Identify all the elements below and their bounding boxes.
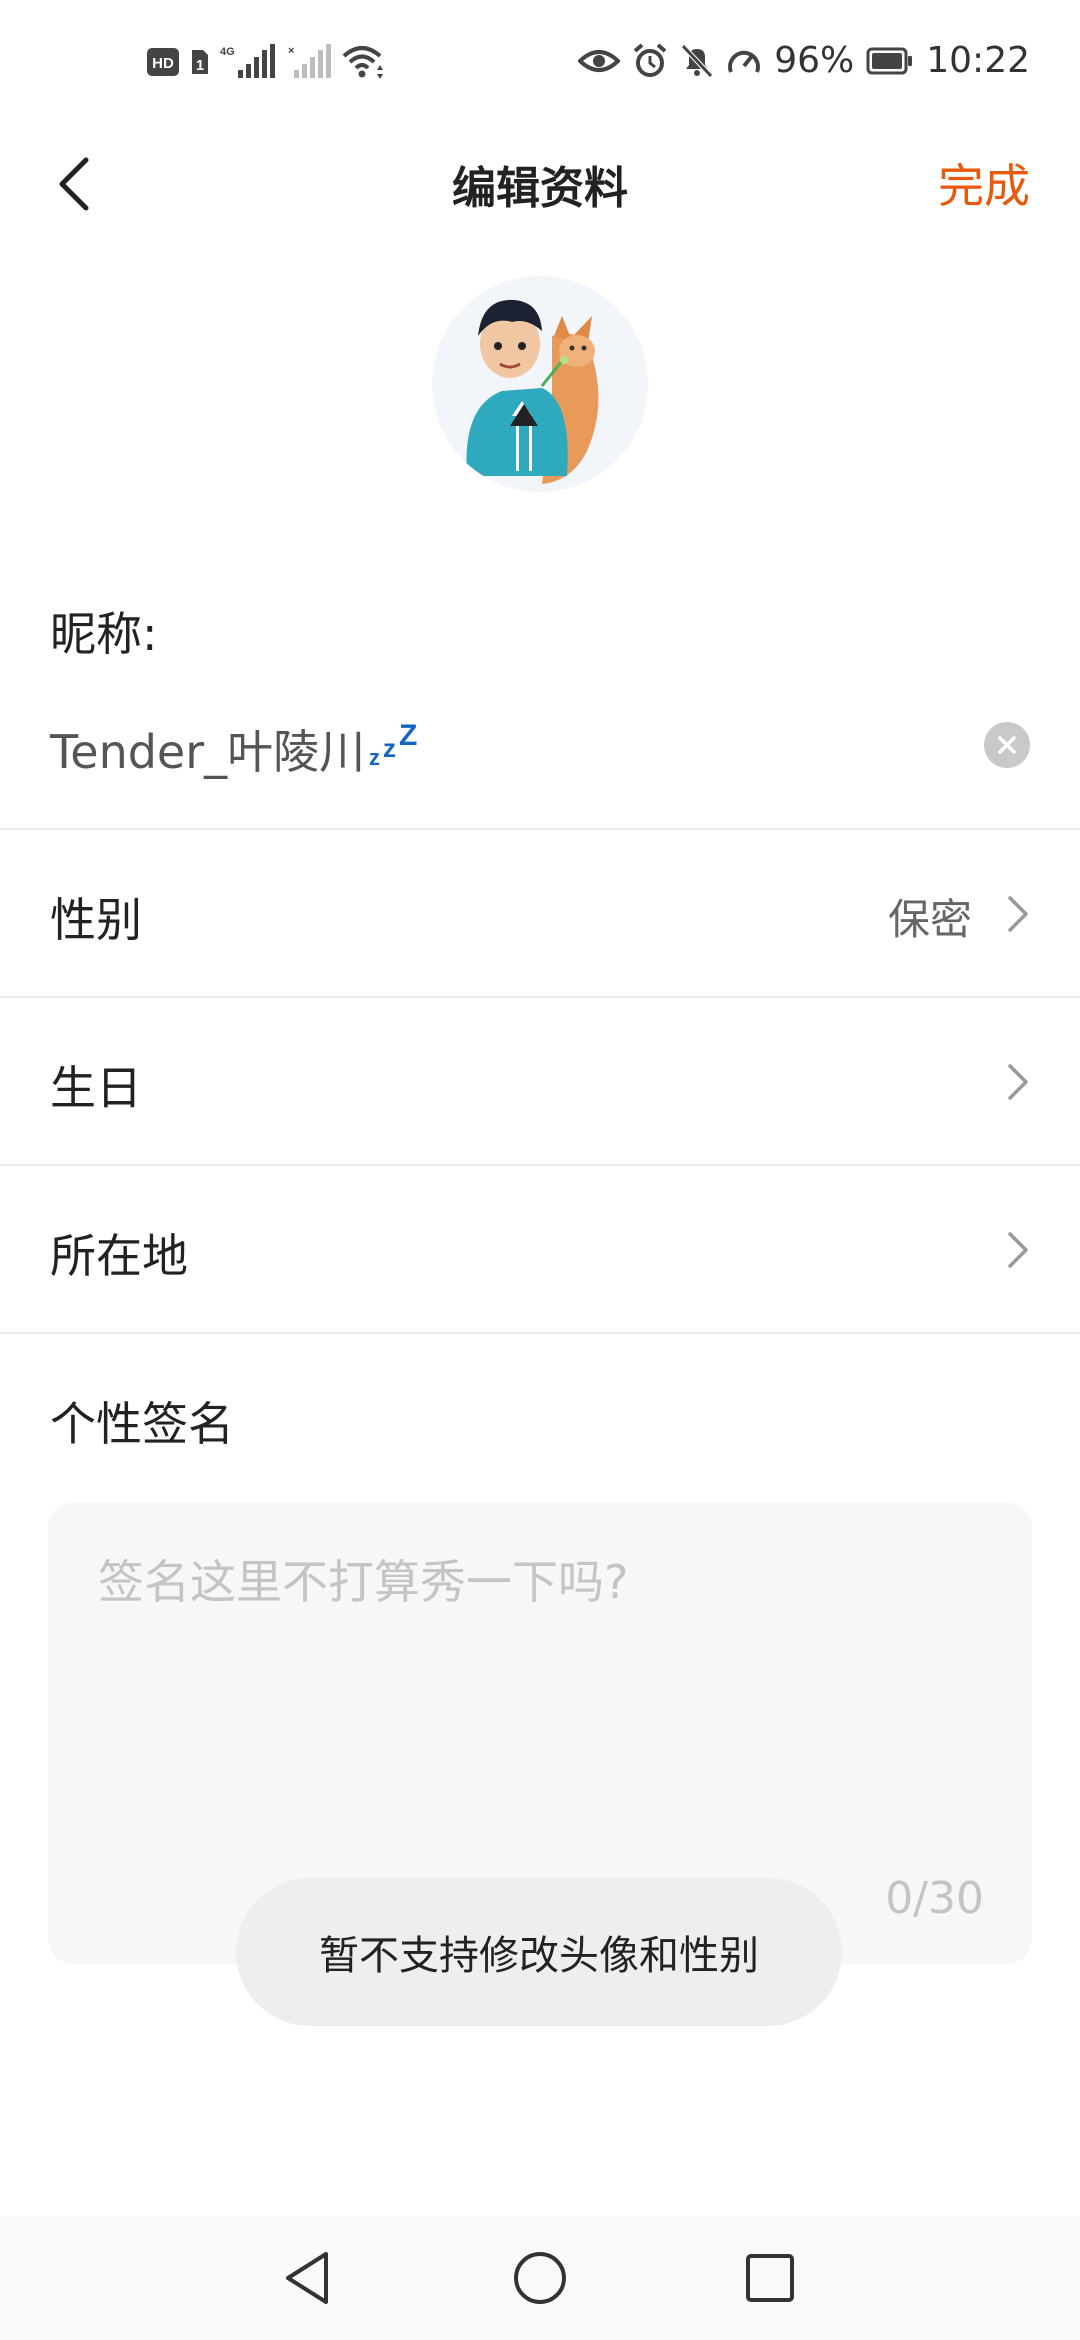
status-bar: HD 1 4G × 96% 10:22 <box>0 0 1080 130</box>
clear-button[interactable] <box>984 722 1030 768</box>
divider <box>0 1332 1080 1334</box>
sleep-emoji-icon: z z Z <box>367 717 421 782</box>
home-circle-icon <box>514 2252 566 2304</box>
nickname-input[interactable]: Tender_叶陵川 z z Z <box>50 716 421 782</box>
signature-label: 个性签名 <box>50 1397 234 1451</box>
zzz-mid: z <box>383 733 396 763</box>
nav-home-button[interactable] <box>508 2246 572 2310</box>
signal-empty-icon: × <box>288 44 332 80</box>
location-row[interactable]: 所在地 <box>0 1166 1080 1332</box>
wifi-icon <box>342 44 386 80</box>
nickname-field[interactable]: Tender_叶陵川 z z Z <box>50 710 1030 790</box>
svg-text:×: × <box>288 45 294 57</box>
hd-icon: HD <box>146 47 180 77</box>
app-header: 编辑资料 完成 <box>0 130 1080 236</box>
location-label: 所在地 <box>50 1229 188 1283</box>
battery-percent: 96% <box>774 40 855 81</box>
system-nav-bar <box>0 2216 1080 2340</box>
sim-badge-text: 1 <box>196 57 204 74</box>
sim-icon: 1 <box>190 47 210 77</box>
user-avatar-illustration <box>432 276 648 492</box>
nav-back-button[interactable] <box>276 2246 340 2310</box>
birthday-row[interactable]: 生日 <box>0 998 1080 1164</box>
clear-icon <box>998 736 1016 754</box>
network-type-text: 4G <box>220 46 235 58</box>
recents-square-icon <box>746 2254 794 2302</box>
nav-recents-button[interactable] <box>738 2246 802 2310</box>
gender-row[interactable]: 性别 保密 <box>0 830 1080 996</box>
battery-icon <box>866 46 914 76</box>
signature-char-counter: 0/30 <box>885 1873 984 1924</box>
hd-badge-text: HD <box>152 55 174 72</box>
mute-icon <box>680 43 714 79</box>
speed-icon <box>726 44 762 78</box>
zzz-small: z <box>369 745 380 770</box>
signal-icon: 4G <box>220 44 278 80</box>
alarm-icon <box>632 42 668 79</box>
toast-message: 暂不支持修改头像和性别 <box>236 1878 842 2026</box>
zzz-large: Z <box>399 719 417 752</box>
eye-icon <box>578 46 621 76</box>
page-title: 编辑资料 <box>452 163 628 214</box>
avatar[interactable] <box>432 276 648 492</box>
signature-placeholder: 签名这里不打算秀一下吗? <box>98 1555 629 1609</box>
done-button[interactable]: 完成 <box>938 150 1030 216</box>
status-bar-left: HD 1 4G × <box>146 44 386 80</box>
status-bar-right: 96% 10:22 <box>578 40 1030 81</box>
nickname-text: Tender_叶陵川 <box>50 725 366 779</box>
back-triangle-icon <box>286 2252 328 2304</box>
birthday-label: 生日 <box>50 1061 142 1115</box>
nickname-label: 昵称: <box>50 607 158 661</box>
chevron-right-icon <box>1008 896 1028 932</box>
chevron-right-icon <box>1008 1232 1028 1268</box>
chevron-right-icon <box>1008 1064 1028 1100</box>
status-time: 10:22 <box>926 40 1030 81</box>
gender-label: 性别 <box>50 893 142 947</box>
gender-value: 保密 <box>887 895 972 944</box>
